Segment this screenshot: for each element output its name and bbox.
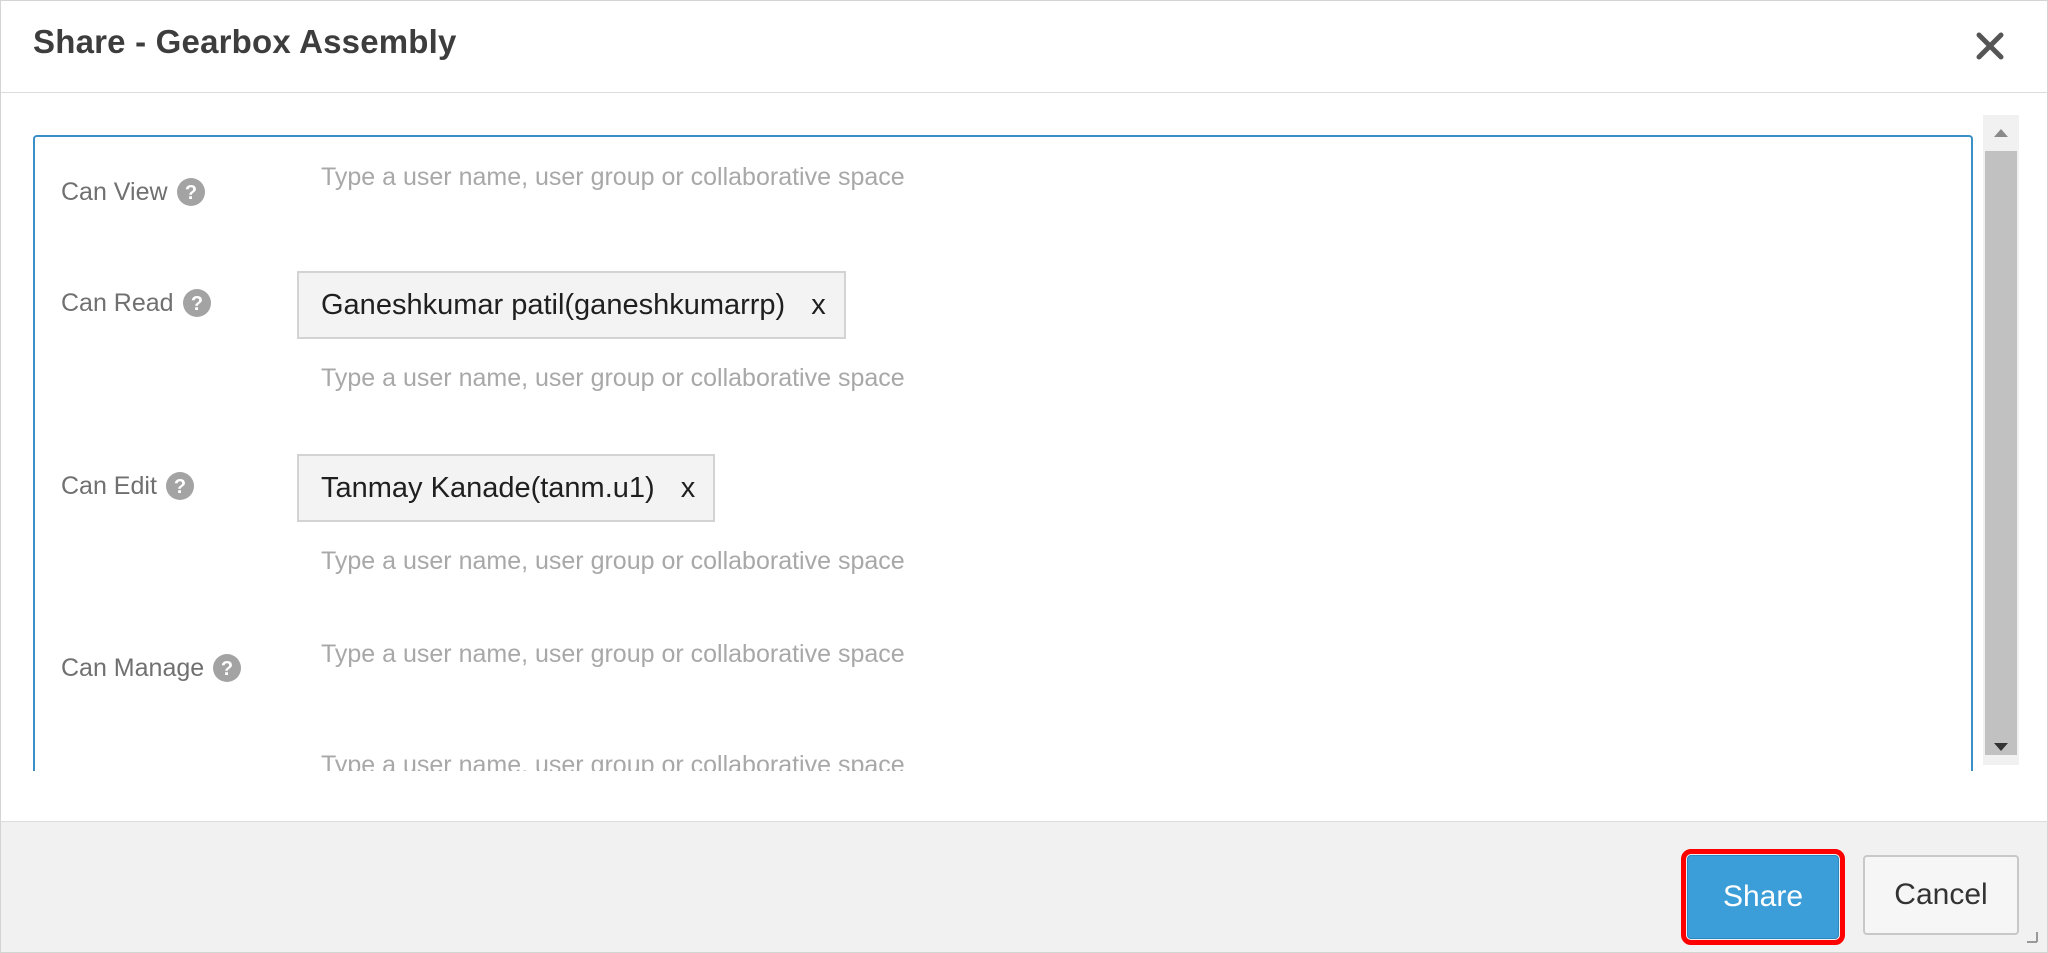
- can-edit-label-text: Can Edit: [61, 471, 157, 500]
- can-manage-label: Can Manage ?: [61, 653, 242, 683]
- svg-text:?: ?: [184, 182, 196, 204]
- can-view-label-text: Can View: [61, 177, 168, 206]
- cancel-button[interactable]: Cancel: [1863, 855, 2019, 935]
- vertical-scrollbar[interactable]: [1983, 115, 2019, 765]
- help-icon[interactable]: ?: [212, 653, 242, 683]
- help-icon[interactable]: ?: [165, 471, 195, 501]
- can-read-label: Can Read ?: [61, 288, 212, 318]
- scroll-up-icon[interactable]: [1983, 115, 2019, 151]
- share-button[interactable]: Share: [1687, 855, 1839, 939]
- resize-grip-icon[interactable]: [2023, 928, 2039, 944]
- dialog-header: Share - Gearbox Assembly: [1, 1, 2047, 93]
- share-dialog: Share - Gearbox Assembly Can View ? Can …: [0, 0, 2048, 953]
- dialog-title: Share - Gearbox Assembly: [33, 23, 457, 60]
- svg-text:?: ?: [174, 476, 186, 498]
- member-chip: Ganeshkumar patil(ganeshkumarrp) x: [297, 271, 846, 339]
- svg-text:?: ?: [190, 293, 202, 315]
- can-view-input[interactable]: [321, 163, 1321, 192]
- can-read-label-text: Can Read: [61, 288, 174, 317]
- can-edit-label: Can Edit ?: [61, 471, 195, 501]
- scrollbar-thumb[interactable]: [1985, 151, 2017, 755]
- member-name: Ganeshkumar patil(ganeshkumarrp): [321, 288, 786, 321]
- can-read-input[interactable]: [321, 364, 1321, 393]
- share-permissions-panel: Can View ? Can Read ? Ganeshkumar patil(…: [33, 135, 1973, 771]
- next-permission-input[interactable]: [321, 751, 1321, 771]
- can-manage-label-text: Can Manage: [61, 653, 205, 682]
- close-button[interactable]: [1963, 19, 2017, 73]
- scroll-down-icon[interactable]: [1983, 729, 2019, 765]
- member-chip: Tanmay Kanade(tanm.u1) x: [297, 454, 716, 522]
- remove-member-button[interactable]: x: [807, 289, 830, 322]
- help-icon[interactable]: ?: [182, 288, 212, 318]
- can-view-label: Can View ?: [61, 177, 206, 207]
- svg-text:?: ?: [221, 658, 233, 680]
- can-manage-input[interactable]: [321, 640, 1321, 669]
- can-edit-input[interactable]: [321, 547, 1321, 576]
- close-icon: [1976, 32, 2004, 60]
- remove-member-button[interactable]: x: [677, 472, 700, 505]
- help-icon[interactable]: ?: [176, 177, 206, 207]
- member-name: Tanmay Kanade(tanm.u1): [321, 471, 655, 504]
- dialog-footer: Share Cancel: [1, 821, 2047, 952]
